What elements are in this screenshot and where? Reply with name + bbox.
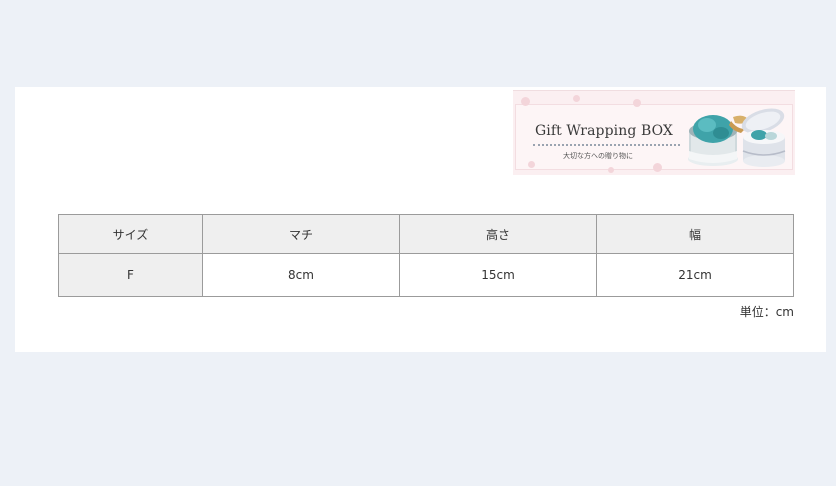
gift-wrapping-banner[interactable]: Gift Wrapping BOX 大切な方への贈り物に: [513, 90, 795, 175]
table-header-row: サイズ マチ 高さ 幅: [58, 214, 794, 254]
cell-size: F: [58, 253, 203, 297]
gift-box-photo: [688, 108, 786, 167]
banner-title: Gift Wrapping BOX: [535, 123, 673, 139]
banner-decoration-dot: [653, 163, 662, 172]
content-panel: Gift Wrapping BOX 大切な方への贈り物に サイズ マチ 高さ 幅…: [15, 87, 826, 352]
header-gusset: マチ: [202, 214, 400, 254]
banner-decoration-dot: [608, 167, 614, 173]
banner-decoration-dot: [528, 161, 535, 168]
size-spec-table: サイズ マチ 高さ 幅 F 8cm 15cm 21cm: [58, 214, 794, 297]
header-width: 幅: [596, 214, 794, 254]
banner-subtitle: 大切な方への贈り物に: [563, 152, 633, 160]
banner-decoration-dot: [521, 97, 530, 106]
banner-decoration-dot: [573, 95, 580, 102]
cell-height: 15cm: [399, 253, 597, 297]
table-row: F 8cm 15cm 21cm: [58, 253, 794, 297]
header-height: 高さ: [399, 214, 597, 254]
cell-width: 21cm: [596, 253, 794, 297]
header-size: サイズ: [58, 214, 203, 254]
banner-decoration-dot: [633, 99, 641, 107]
banner-divider: [533, 144, 680, 146]
unit-note: 単位：cm: [739, 305, 794, 319]
cell-gusset: 8cm: [202, 253, 400, 297]
